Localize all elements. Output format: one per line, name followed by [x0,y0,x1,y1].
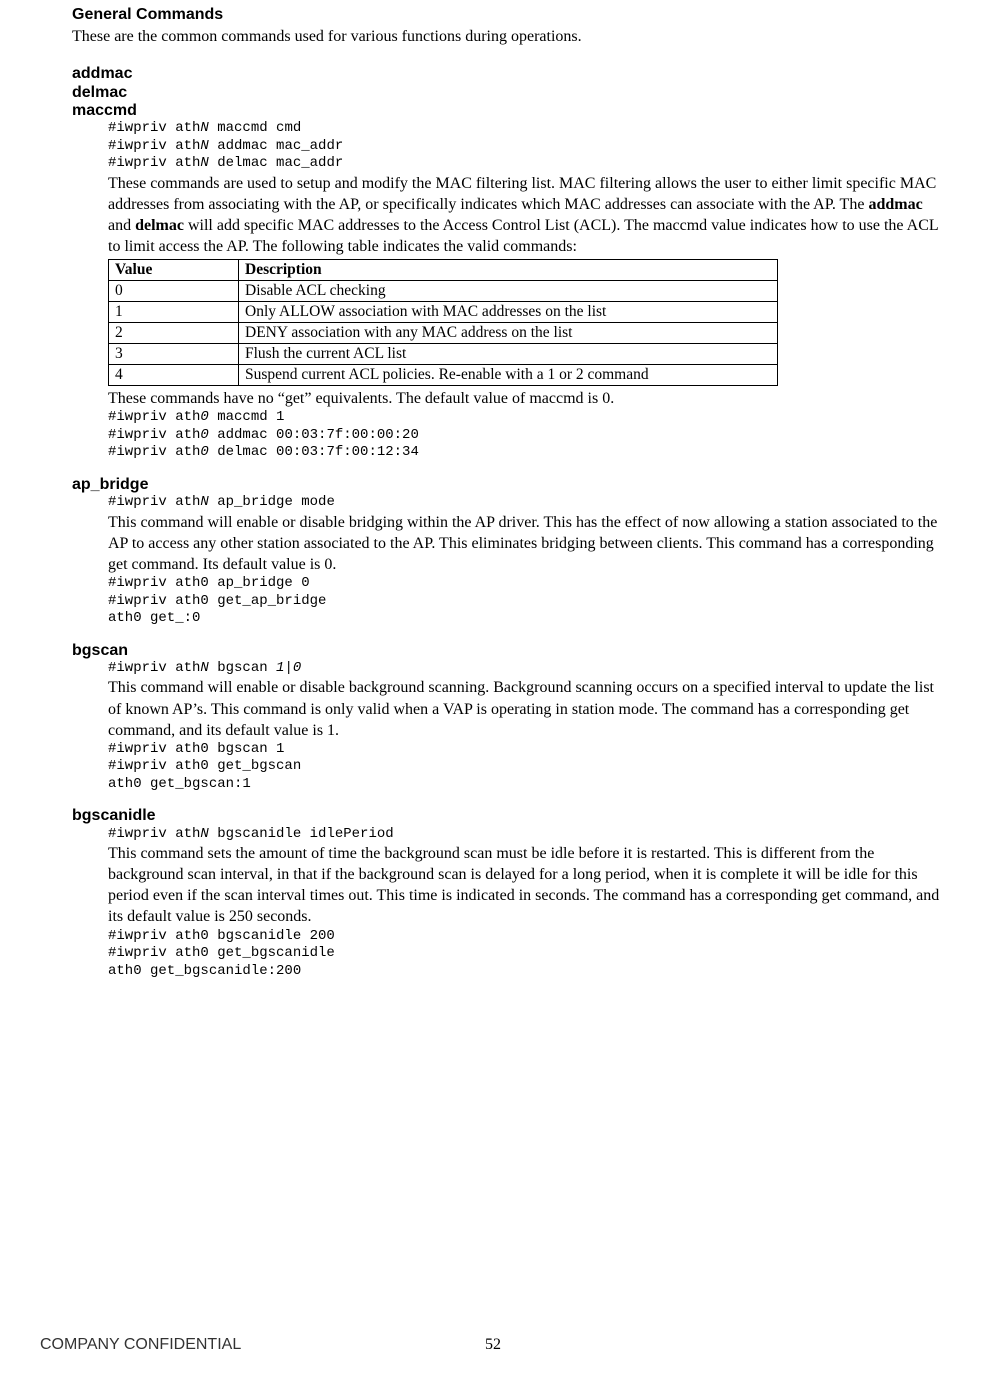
table-header-desc: Description [239,260,778,281]
command-block-bgscanidle: bgscanidle #iwpriv athN bgscanidle idleP… [72,807,946,980]
command-block-ap-bridge: ap_bridge #iwpriv athN ap_bridge mode Th… [72,476,946,628]
section-title: General Commands [72,6,946,24]
table-header-value: Value [109,260,239,281]
table-row: 1Only ALLOW association with MAC address… [109,302,778,323]
footer-confidential: COMPANY CONFIDENTIAL [40,1336,241,1353]
mac-after-table: These commands have no “get” equivalents… [108,388,946,409]
command-block-mac: addmac delmac maccmd #iwpriv athN maccmd… [72,65,946,462]
command-name-ap-bridge: ap_bridge [72,476,946,494]
table-row: 0Disable ACL checking [109,281,778,302]
apbridge-syntax: #iwpriv athN ap_bridge mode [108,494,946,512]
table-row: 4Suspend current ACL policies. Re-enable… [109,365,778,386]
mac-description: These commands are used to setup and mod… [108,173,946,257]
section-intro: These are the common commands used for v… [72,26,946,47]
table-row: 3Flush the current ACL list [109,344,778,365]
mac-syntax: #iwpriv athN maccmd cmd #iwpriv athN add… [108,120,946,173]
bgscan-description: This command will enable or disable back… [108,677,946,740]
apbridge-example: #iwpriv ath0 ap_bridge 0 #iwpriv ath0 ge… [108,575,946,628]
page-number: 52 [485,1336,501,1354]
command-name-maccmd: maccmd [72,102,946,120]
bgscan-example: #iwpriv ath0 bgscan 1 #iwpriv ath0 get_b… [108,741,946,794]
table-row: Value Description [109,260,778,281]
bgscanidle-example: #iwpriv ath0 bgscanidle 200 #iwpriv ath0… [108,928,946,981]
table-row: 2DENY association with any MAC address o… [109,323,778,344]
mac-example: #iwpriv ath0 maccmd 1 #iwpriv ath0 addma… [108,409,946,462]
command-name-bgscan: bgscan [72,642,946,660]
apbridge-description: This command will enable or disable brid… [108,512,946,575]
command-name-delmac: delmac [72,84,946,102]
acl-table: Value Description 0Disable ACL checking … [108,259,778,386]
bgscanidle-syntax: #iwpriv athN bgscanidle idlePeriod [108,826,946,844]
bgscan-syntax: #iwpriv athN bgscan 1|0 [108,660,946,678]
command-name-bgscanidle: bgscanidle [72,807,946,825]
bgscanidle-description: This command sets the amount of time the… [108,843,946,927]
command-name-addmac: addmac [72,65,946,83]
footer: COMPANY CONFIDENTIAL 52 [40,1336,946,1354]
command-block-bgscan: bgscan #iwpriv athN bgscan 1|0 This comm… [72,642,946,794]
